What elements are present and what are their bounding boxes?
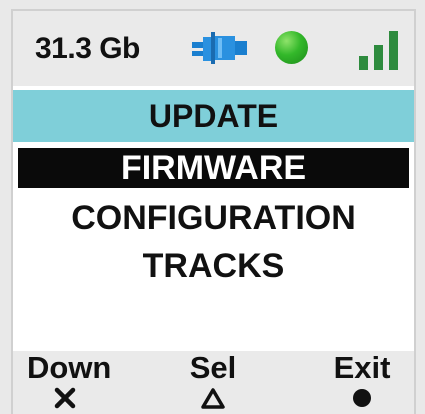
menu-item-firmware[interactable]: FIRMWARE (18, 148, 409, 188)
update-menu: FIRMWARE CONFIGURATION TRACKS (13, 148, 414, 290)
signal-strength-icon (359, 31, 398, 70)
device-screen: 31.3 Gb UPDATE FIRMWARE CONFIGURATION TR… (0, 0, 425, 414)
circle-icon (353, 389, 371, 407)
power-plug-icon (192, 32, 247, 64)
menu-item-tracks[interactable]: TRACKS (13, 242, 414, 290)
select-softkey-label: Sel (189, 350, 237, 385)
storage-readout: 31.3 Gb (35, 32, 140, 65)
display-panel: 31.3 Gb UPDATE FIRMWARE CONFIGURATION TR… (11, 9, 416, 414)
down-softkey[interactable]: Down (27, 350, 112, 409)
select-softkey[interactable]: Sel (178, 351, 248, 409)
exit-softkey[interactable]: Exit (322, 351, 402, 409)
softkey-bar: Down Sel Exit (13, 351, 414, 414)
status-bar: 31.3 Gb (13, 11, 414, 86)
exit-softkey-label: Exit (333, 350, 391, 385)
triangle-icon (201, 388, 225, 409)
green-status-dot-icon (275, 31, 308, 64)
screen-title: UPDATE (13, 90, 414, 142)
down-softkey-label: Down (27, 350, 112, 385)
cross-icon (54, 387, 76, 409)
menu-item-configuration[interactable]: CONFIGURATION (13, 194, 414, 242)
